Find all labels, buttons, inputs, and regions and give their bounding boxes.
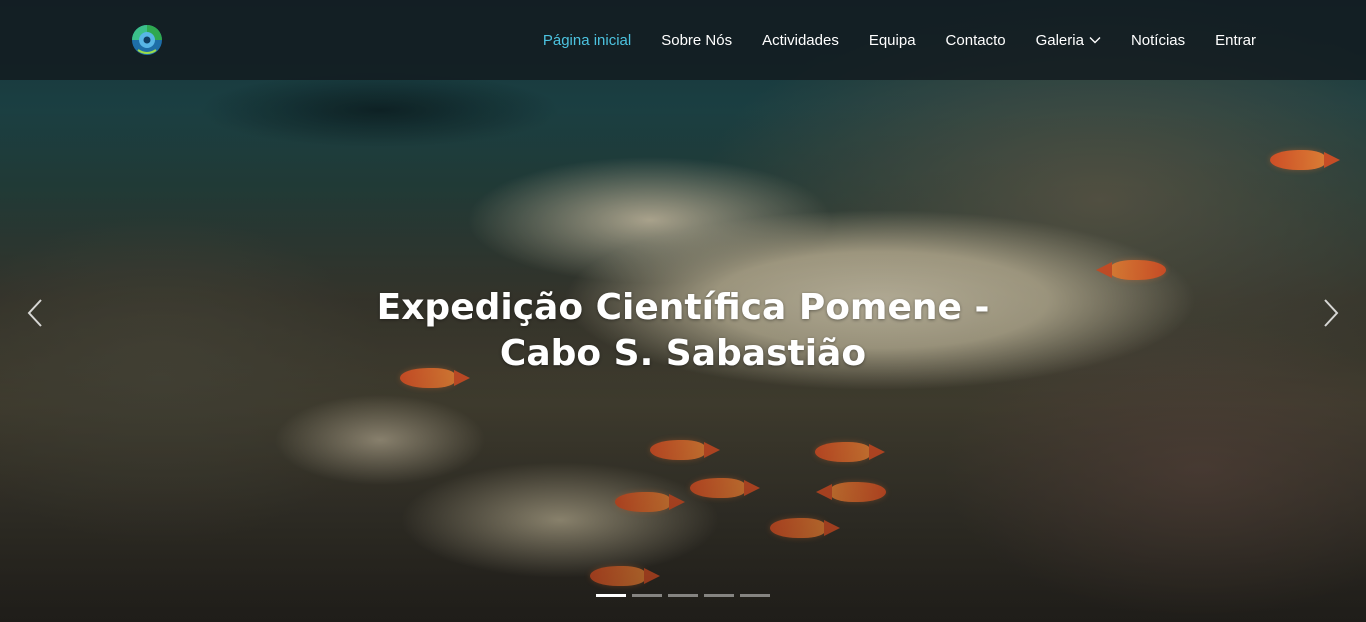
carousel-prev-button[interactable]	[20, 296, 50, 330]
nav-item-login[interactable]: Entrar	[1215, 32, 1256, 49]
nav-item-label: Sobre Nós	[661, 31, 733, 49]
logo-icon	[132, 25, 162, 55]
chevron-right-icon	[1324, 299, 1339, 327]
nav-item-label: Actividades	[762, 31, 839, 49]
nav-item-label: Equipa	[868, 31, 916, 49]
nav-item-label: Contacto	[945, 31, 1006, 49]
nav-item-gallery-dropdown[interactable]: Galeria	[1036, 32, 1101, 49]
nav-item-label: Notícias	[1130, 31, 1186, 49]
carousel-next-button[interactable]	[1316, 296, 1346, 330]
carousel-indicators	[596, 594, 770, 597]
nav-item-about[interactable]: Sobre Nós	[661, 32, 732, 49]
main-navbar: Página inicial Sobre Nós Actividades Equ…	[0, 0, 1366, 80]
chevron-down-icon	[1089, 36, 1101, 44]
carousel-indicator-1[interactable]	[596, 594, 626, 597]
carousel-indicator-5[interactable]	[740, 594, 770, 597]
site-logo[interactable]	[130, 20, 164, 60]
nav-item-news[interactable]: Notícias	[1131, 32, 1185, 49]
carousel-indicator-3[interactable]	[668, 594, 698, 597]
nav-item-label: Galeria	[1035, 31, 1084, 49]
nav-item-team[interactable]: Equipa	[869, 32, 916, 49]
carousel-indicator-4[interactable]	[704, 594, 734, 597]
chevron-left-icon	[27, 299, 42, 327]
slide-caption: Expedição Científica Pomene - Cabo S. Sa…	[376, 287, 990, 374]
nav-item-activities[interactable]: Actividades	[762, 32, 839, 49]
nav-item-home[interactable]: Página inicial	[543, 32, 631, 49]
nav-menu: Página inicial Sobre Nós Actividades Equ…	[513, 0, 1256, 80]
nav-item-label: Página inicial	[542, 31, 632, 49]
carousel-indicator-2[interactable]	[632, 594, 662, 597]
nav-item-contact[interactable]: Contacto	[946, 32, 1006, 49]
nav-item-label: Entrar	[1215, 31, 1256, 49]
